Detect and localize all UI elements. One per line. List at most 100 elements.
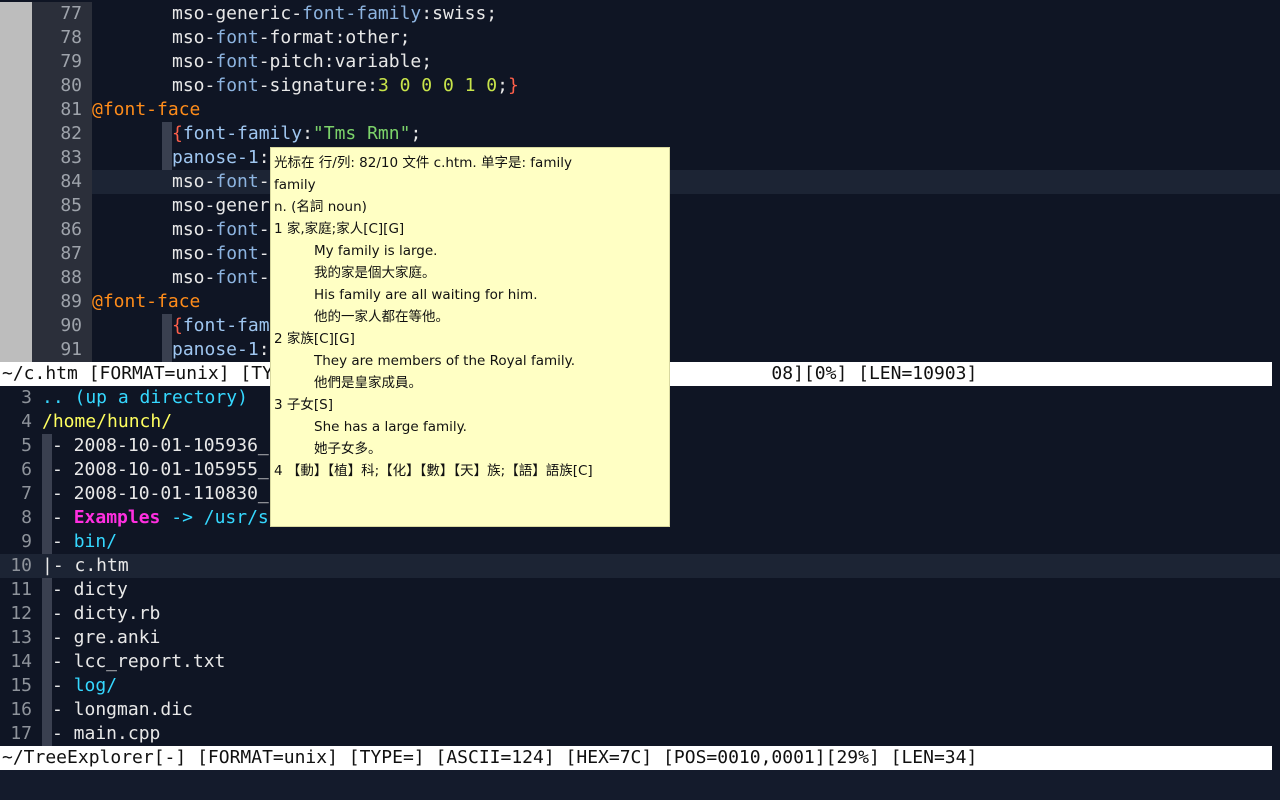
code-token: - 2008-10-01-110830_12: [52, 483, 291, 504]
tree-item-label: - main.cpp: [42, 722, 160, 746]
tree-item-label: .. (up a directory): [42, 386, 248, 410]
line-number: 14: [10, 651, 32, 672]
fold-column: [0, 266, 32, 290]
fold-column: [0, 242, 32, 266]
indent-guide: [162, 338, 172, 362]
code-token: panose-1: [172, 147, 259, 168]
code-token: font: [215, 171, 259, 192]
fold-column: [0, 194, 32, 218]
code-line[interactable]: 81 @font-face: [0, 98, 1280, 122]
indent-guide: [162, 122, 172, 146]
code-token: Examples: [73, 507, 161, 528]
tooltip-line: n. (名詞 noun): [274, 199, 367, 215]
code-text: mso-font-s: [172, 266, 280, 290]
code-token: @font-face: [92, 99, 201, 120]
code-token: ;: [497, 75, 508, 96]
tree-item[interactable]: 11 - dicty: [0, 578, 1280, 602]
line-number: 83: [32, 146, 92, 170]
indent-guide: [42, 650, 52, 674]
tree-item-label: - lcc_report.txt: [42, 650, 225, 674]
indent-guide: [42, 434, 52, 458]
line-number: 78: [32, 26, 92, 50]
code-text: mso-generic-font-family:swiss;: [172, 2, 497, 26]
tooltip-line: They are members of the Royal family.: [314, 353, 575, 369]
code-token: mso-generi: [172, 195, 281, 216]
tree-item-label: - 2008-10-01-105955_12: [42, 458, 290, 482]
code-text: panose-1:0: [162, 338, 280, 362]
code-token: mso-: [172, 171, 216, 192]
dictionary-tooltip: 光标在 行/列: 82/10 文件 c.htm. 单字是: family fami…: [270, 147, 670, 527]
tooltip-line: His family are all waiting for him.: [314, 287, 538, 303]
line-number: 87: [32, 242, 92, 266]
code-token: |- c.htm: [42, 555, 129, 576]
code-token: :swiss;: [421, 3, 498, 24]
code-token: - 2008-10-01-105955_12: [52, 459, 291, 480]
line-number: 8: [21, 507, 32, 528]
line-number: 13: [10, 627, 32, 648]
tree-item[interactable]: 16 - longman.dic: [0, 698, 1280, 722]
tree-item[interactable]: 14 - lcc_report.txt: [0, 650, 1280, 674]
fold-column: [0, 98, 32, 122]
indent-guide: [42, 626, 52, 650]
code-token: -: [52, 507, 74, 528]
indent-guide: [42, 698, 52, 722]
line-number: 81: [32, 98, 92, 122]
tree-item[interactable]: 17 - main.cpp: [0, 722, 1280, 746]
code-line[interactable]: 78 mso-font-format:other;: [0, 26, 1280, 50]
code-token: mso-generic-: [172, 3, 303, 24]
code-token: .. (up a directory): [42, 387, 248, 408]
indent-guide: [42, 722, 52, 746]
tree-item[interactable]: 9- bin/: [0, 530, 1280, 554]
tree-item[interactable]: 15- log/: [0, 674, 1280, 698]
code-token: :: [302, 123, 313, 144]
line-number: 17: [10, 723, 32, 744]
indent-guide: [42, 482, 52, 506]
code-token: - dicty: [52, 579, 128, 600]
fold-column: [0, 2, 32, 26]
line-number: 7: [21, 483, 32, 504]
line-number: 90: [32, 314, 92, 338]
tooltip-line: 1 家,家庭;家人[C][G]: [274, 221, 405, 237]
line-number: 91: [32, 338, 92, 362]
code-token: mso-: [172, 267, 216, 288]
tree-item-label: - bin/: [42, 530, 117, 554]
tree-item[interactable]: 12 - dicty.rb: [0, 602, 1280, 626]
line-number: 15: [10, 675, 32, 696]
tree-item-label: - 2008-10-01-110830_12: [42, 482, 290, 506]
fold-column: [0, 74, 32, 98]
vim-window: 77 mso-generic-font-family:swiss; 78 mso-fo…: [0, 0, 1280, 800]
code-token: log/: [73, 675, 118, 696]
code-line[interactable]: 80 mso-font-signature:3 0 0 0 1 0;}: [0, 74, 1280, 98]
tooltip-line: My family is large.: [314, 243, 438, 259]
code-text: mso-font-f: [172, 218, 280, 242]
code-text: {font-family:"Tms Rmn";: [162, 122, 421, 146]
tooltip-line: She has a large family.: [314, 419, 467, 435]
code-line[interactable]: 77 mso-generic-font-family:swiss;: [0, 2, 1280, 26]
command-line[interactable]: [0, 770, 1280, 800]
tooltip-line: 光标在 行/列: 82/10 文件 c.htm. 单字是: family: [274, 155, 572, 171]
code-text: @font-face: [92, 98, 200, 122]
code-token: @font-face: [92, 291, 201, 312]
code-text: mso-font-p: [172, 242, 280, 266]
tree-item[interactable]: 10 |- c.htm: [0, 554, 1280, 578]
code-token: font: [215, 219, 259, 240]
code-token: font: [215, 51, 259, 72]
code-token: mso-: [172, 243, 216, 264]
code-token: -signature:: [258, 75, 378, 96]
code-line[interactable]: 79 mso-font-pitch:variable;: [0, 50, 1280, 74]
code-token: font: [215, 267, 259, 288]
code-text: @font-face: [92, 290, 200, 314]
code-text: panose-1:0: [162, 146, 280, 170]
tree-item-label: - gre.anki: [42, 626, 160, 650]
code-token: - 2008-10-01-105936_12: [52, 435, 291, 456]
fold-column: [0, 122, 32, 146]
code-line[interactable]: 82 {font-family:"Tms Rmn";: [0, 122, 1280, 146]
tree-item-label: /home/hunch/: [42, 410, 172, 434]
code-token: -: [52, 675, 74, 696]
fold-column: [0, 338, 32, 362]
line-number: 4: [21, 411, 32, 432]
indent-guide: [42, 530, 52, 554]
tree-item[interactable]: 13 - gre.anki: [0, 626, 1280, 650]
code-token: - main.cpp: [52, 723, 161, 744]
fold-column: [0, 290, 32, 314]
